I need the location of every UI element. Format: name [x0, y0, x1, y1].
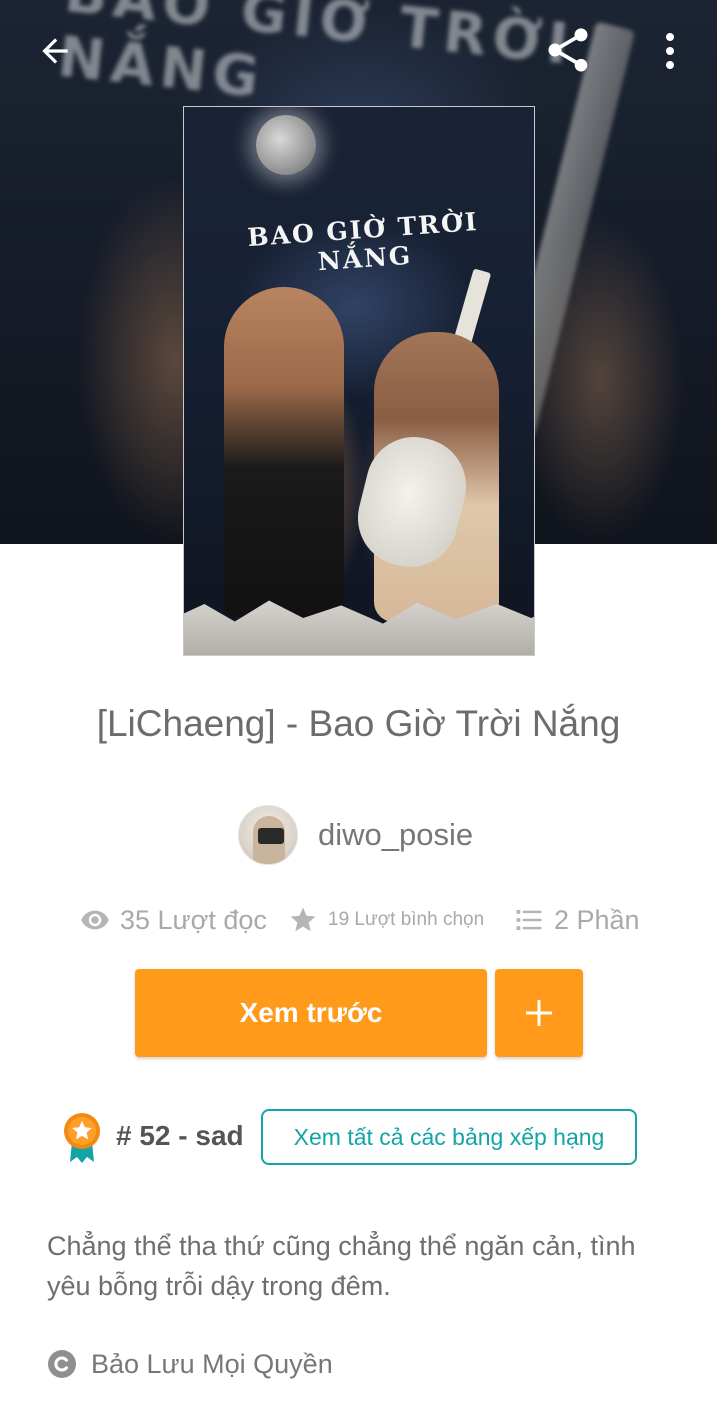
figure-left-graphic: [224, 287, 344, 617]
cover-title-text: BAO GIỜ TRỜI NẮNG: [246, 207, 480, 277]
votes-count: 19 Lượt bình chọn: [328, 909, 485, 930]
arrow-left-icon: [42, 38, 68, 64]
avatar-camera-graphic: [258, 828, 284, 844]
preview-button[interactable]: Xem trước: [135, 969, 487, 1057]
plus-icon: [526, 1000, 552, 1026]
copyright-label: Bảo Lưu Mọi Quyền: [91, 1348, 333, 1379]
author-name[interactable]: diwo_posie: [318, 817, 473, 853]
more-vertical-icon: [666, 33, 674, 69]
story-cover[interactable]: BAO GIỜ TRỜI NẮNG: [183, 106, 535, 656]
top-bar: [0, 0, 717, 100]
stats-row: 35 Lượt đọc 19 Lượt bình chọn 2 Phần: [80, 900, 650, 940]
back-button[interactable]: [30, 26, 80, 76]
share-button[interactable]: [540, 22, 596, 78]
avatar[interactable]: [238, 805, 298, 865]
parts-count: 2 Phần: [554, 904, 640, 935]
votes-stat: 19 Lượt bình chọn: [288, 900, 484, 940]
share-icon: [548, 28, 588, 72]
story-title: [LiChaeng] - Bao Giờ Trời Nắng: [96, 703, 621, 744]
copyright-row: Bảo Lưu Mọi Quyền: [47, 1346, 333, 1382]
parts-stat: 2 Phần: [514, 900, 640, 940]
moon-graphic: [256, 115, 316, 175]
reads-count: 35 Lượt đọc: [120, 904, 267, 935]
author-row[interactable]: diwo_posie: [238, 804, 473, 866]
more-options-button[interactable]: [650, 26, 690, 76]
eye-icon: [81, 910, 109, 930]
star-icon: [290, 907, 316, 932]
copyright-icon: [48, 1350, 76, 1378]
ranking-text: # 52 - sad: [116, 1120, 244, 1151]
reads-stat: 35 Lượt đọc: [80, 900, 267, 940]
story-description: Chẳng thể tha thứ cũng chẳng thể ngăn cả…: [47, 1231, 636, 1301]
ribbon-star-icon: [64, 1113, 100, 1163]
ranking-row: # 52 - sad Xem tất cả các bảng xếp hạng: [62, 1108, 642, 1166]
add-to-library-button[interactable]: [495, 969, 583, 1057]
view-all-rankings-button[interactable]: Xem tất cả các bảng xếp hạng: [261, 1109, 637, 1165]
list-icon: [516, 910, 542, 930]
